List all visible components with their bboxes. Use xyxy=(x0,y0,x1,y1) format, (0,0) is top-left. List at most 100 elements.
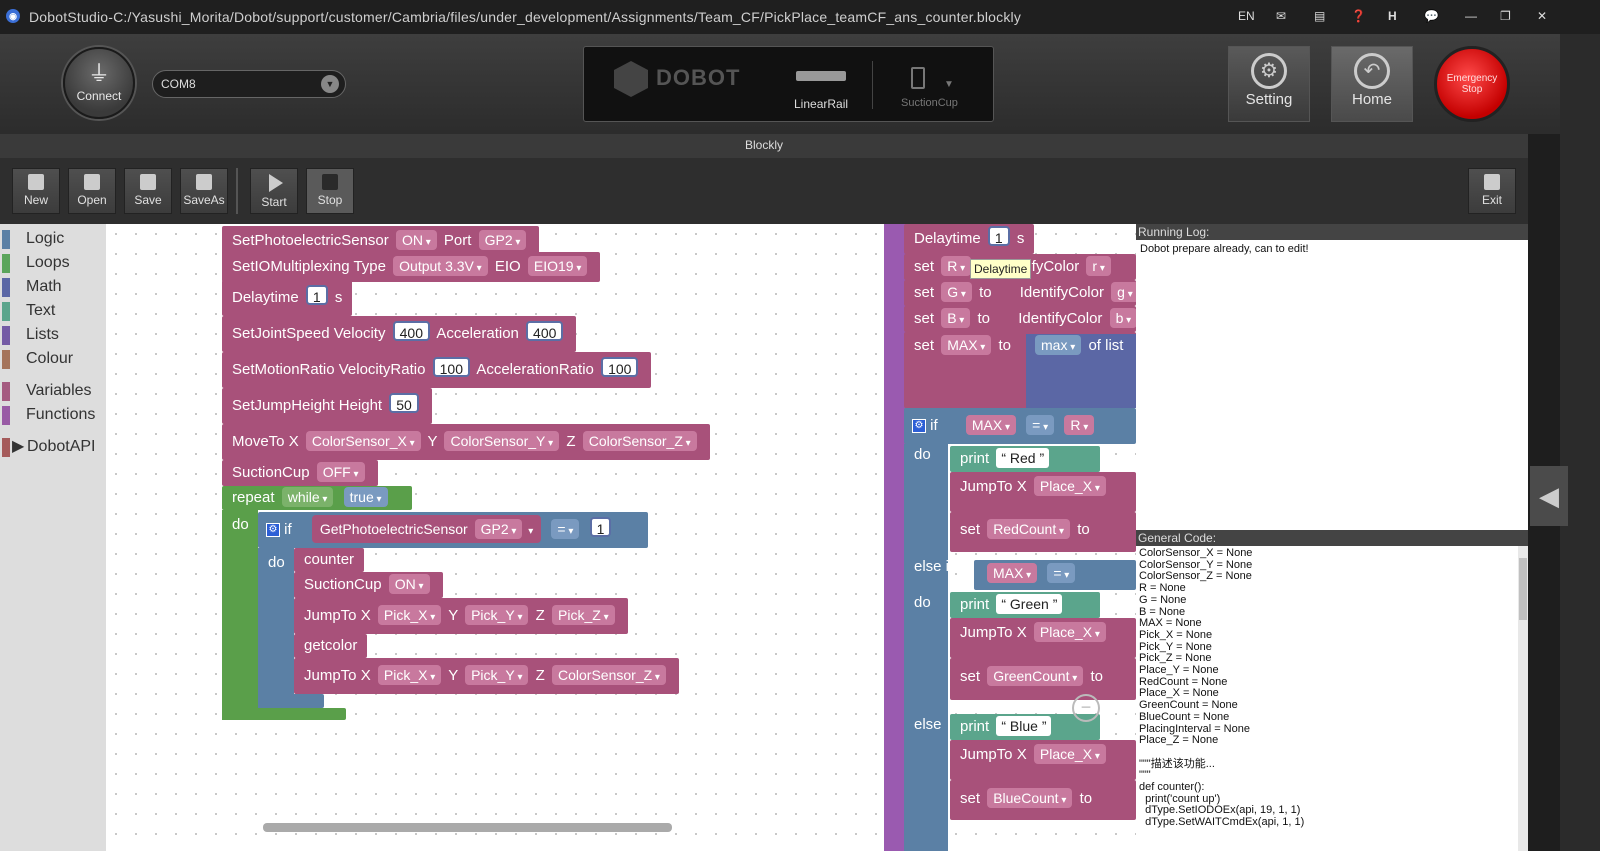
block-jump-to-red[interactable]: JumpTo X Place_X xyxy=(950,472,1136,512)
horizontal-scrollbar[interactable] xyxy=(263,823,672,832)
variable-dropdown[interactable]: RedCount xyxy=(987,519,1071,539)
boolean-dropdown[interactable]: true xyxy=(343,487,388,507)
block-jump-to-green[interactable]: JumpTo X Place_X xyxy=(950,618,1136,658)
scroll-thumb[interactable] xyxy=(1519,558,1527,620)
field-dropdown[interactable]: r xyxy=(1086,256,1111,276)
category-math[interactable]: Math xyxy=(0,275,106,299)
variable-dropdown[interactable]: B xyxy=(941,308,971,328)
variable-dropdown[interactable]: R xyxy=(1064,415,1095,435)
variable-dropdown[interactable]: Pick_X xyxy=(377,605,442,625)
string-input[interactable]: “ Blue ” xyxy=(996,716,1052,736)
max-of-list-block[interactable]: max of list xyxy=(1026,334,1136,408)
block-suction-cup-on[interactable]: SuctionCup ON xyxy=(294,572,443,598)
variable-dropdown[interactable]: Pick_Y xyxy=(465,665,529,685)
block-print-red[interactable]: print “ Red ” xyxy=(950,446,1100,472)
variable-dropdown[interactable]: GreenCount xyxy=(987,666,1084,686)
stop-button[interactable]: Stop xyxy=(306,168,354,214)
category-colour[interactable]: Colour xyxy=(0,347,106,371)
chat-icon[interactable]: 💬 xyxy=(1424,9,1439,23)
block-print-green[interactable]: print “ Green ” xyxy=(950,592,1100,618)
variable-dropdown[interactable]: ColorSensor_Z xyxy=(552,665,666,685)
block-set-max[interactable]: set MAX to max of list xyxy=(904,332,1136,408)
emergency-stop-button[interactable]: Emergency Stop xyxy=(1434,46,1510,122)
category-functions[interactable]: Functions xyxy=(0,403,106,427)
number-input[interactable]: 50 xyxy=(389,393,419,413)
chevron-down-icon[interactable]: ▼ xyxy=(321,75,339,93)
variable-dropdown[interactable]: Pick_Z xyxy=(552,605,615,625)
category-text[interactable]: Text xyxy=(0,299,106,323)
get-photoelectric-block[interactable]: GetPhotoelectricSensor GP2 xyxy=(311,515,542,543)
variable-dropdown[interactable]: MAX xyxy=(965,415,1016,435)
block-jump-to-sensor[interactable]: JumpTo X Pick_X Y Pick_Y Z ColorSensor_Z xyxy=(294,658,679,694)
code-scrollbar[interactable] xyxy=(1518,546,1528,851)
block-move-to[interactable]: MoveTo X ColorSensor_X Y ColorSensor_Y Z… xyxy=(222,424,710,460)
variable-dropdown[interactable]: ColorSensor_Z xyxy=(582,431,697,451)
home-button[interactable]: ↶ Home xyxy=(1331,46,1413,122)
tool-dropdown-icon[interactable]: ▼ xyxy=(944,79,954,90)
field-dropdown[interactable]: GP2 xyxy=(478,230,527,250)
blockly-workspace[interactable]: SetPhotoelectricSensor ON Port GP2 SetIO… xyxy=(106,224,1136,851)
zoom-out-icon[interactable]: − xyxy=(1072,694,1100,722)
start-button[interactable]: Start xyxy=(250,168,298,214)
expand-arrow-icon[interactable]: ▶ xyxy=(12,435,24,459)
operator-dropdown[interactable]: = xyxy=(1047,563,1076,583)
number-input[interactable]: 1 xyxy=(589,517,612,537)
variable-dropdown[interactable]: Place_X xyxy=(1033,744,1106,764)
condition-max-g[interactable]: MAX = xyxy=(974,560,1136,590)
number-input[interactable]: 400 xyxy=(526,321,564,341)
number-input[interactable]: 100 xyxy=(601,357,639,377)
port-select[interactable]: COM8 ▼ xyxy=(152,70,346,98)
field-dropdown[interactable]: ON xyxy=(395,230,437,250)
category-logic[interactable]: Logic xyxy=(0,227,106,251)
setting-button[interactable]: ⚙ Setting xyxy=(1228,46,1310,122)
number-input[interactable]: 100 xyxy=(432,357,470,377)
exit-button[interactable]: Exit xyxy=(1468,168,1516,214)
block-set-io-multiplexing[interactable]: SetIOMultiplexing Type Output 3.3V EIO E… xyxy=(222,252,601,282)
linear-rail-label[interactable]: LinearRail xyxy=(794,97,848,111)
variable-dropdown[interactable]: Pick_Y xyxy=(465,605,529,625)
tab-blockly[interactable]: Blockly xyxy=(0,134,1528,158)
category-lists[interactable]: Lists xyxy=(0,323,106,347)
operator-dropdown[interactable]: = xyxy=(1026,415,1055,435)
category-variables[interactable]: Variables xyxy=(0,379,106,403)
block-jump-to-blue[interactable]: JumpTo X Place_X xyxy=(950,740,1136,780)
operator-dropdown[interactable]: = xyxy=(551,519,580,539)
block-set-bluecount[interactable]: set BlueCount to xyxy=(950,780,1136,820)
open-button[interactable]: Open xyxy=(68,168,116,214)
field-dropdown[interactable]: GP2 xyxy=(474,519,523,539)
string-input[interactable]: “ Green ” xyxy=(996,594,1063,614)
block-delaytime-right[interactable]: Delaytime 1 s xyxy=(904,224,1035,254)
string-input[interactable]: “ Red ” xyxy=(996,448,1050,468)
variable-dropdown[interactable]: Place_X xyxy=(1033,622,1106,642)
block-set-redcount[interactable]: set RedCount to xyxy=(950,512,1136,552)
field-dropdown[interactable]: g xyxy=(1111,282,1136,302)
help-icon[interactable]: ❓ xyxy=(1351,9,1366,23)
block-set-greencount[interactable]: set GreenCount to xyxy=(950,658,1136,700)
field-dropdown[interactable]: ON xyxy=(388,574,430,594)
variable-dropdown[interactable]: R xyxy=(941,256,972,276)
block-set-motion-ratio[interactable]: SetMotionRatio VelocityRatio 100 Acceler… xyxy=(222,352,652,388)
variable-dropdown[interactable]: ColorSensor_Y xyxy=(444,431,560,451)
notes-icon[interactable]: ▤ xyxy=(1314,9,1325,23)
variable-dropdown[interactable]: Place_X xyxy=(1033,476,1106,496)
suction-cup-label[interactable]: SuctionCup xyxy=(901,97,958,109)
block-call-counter[interactable]: counter xyxy=(294,548,365,572)
block-delaytime[interactable]: Delaytime 1 s xyxy=(222,280,353,316)
field-dropdown[interactable]: while xyxy=(281,487,334,507)
block-suction-cup-off[interactable]: SuctionCup OFF xyxy=(222,460,378,486)
saveas-button[interactable]: SaveAs xyxy=(180,168,228,214)
number-input[interactable]: 1 xyxy=(305,285,328,305)
linear-rail-icon[interactable] xyxy=(796,71,846,81)
block-if[interactable]: ⚙ if GetPhotoelectricSensor GP2 = 1 xyxy=(258,512,648,548)
number-input[interactable]: 1 xyxy=(987,226,1010,246)
language-selector[interactable]: EN xyxy=(1238,9,1255,23)
field-dropdown[interactable]: b xyxy=(1109,308,1136,328)
mail-icon[interactable]: ✉ xyxy=(1276,9,1286,23)
block-set-g[interactable]: set G to IdentifyColor g xyxy=(904,280,1136,306)
block-repeat-while[interactable]: repeat while true xyxy=(222,486,412,510)
variable-dropdown[interactable]: Pick_X xyxy=(377,665,442,685)
connect-button[interactable]: ⏚ Connect xyxy=(63,47,135,119)
variable-dropdown[interactable]: MAX xyxy=(987,563,1038,583)
field-dropdown[interactable]: OFF xyxy=(316,462,365,482)
variable-dropdown[interactable]: MAX xyxy=(941,335,992,355)
